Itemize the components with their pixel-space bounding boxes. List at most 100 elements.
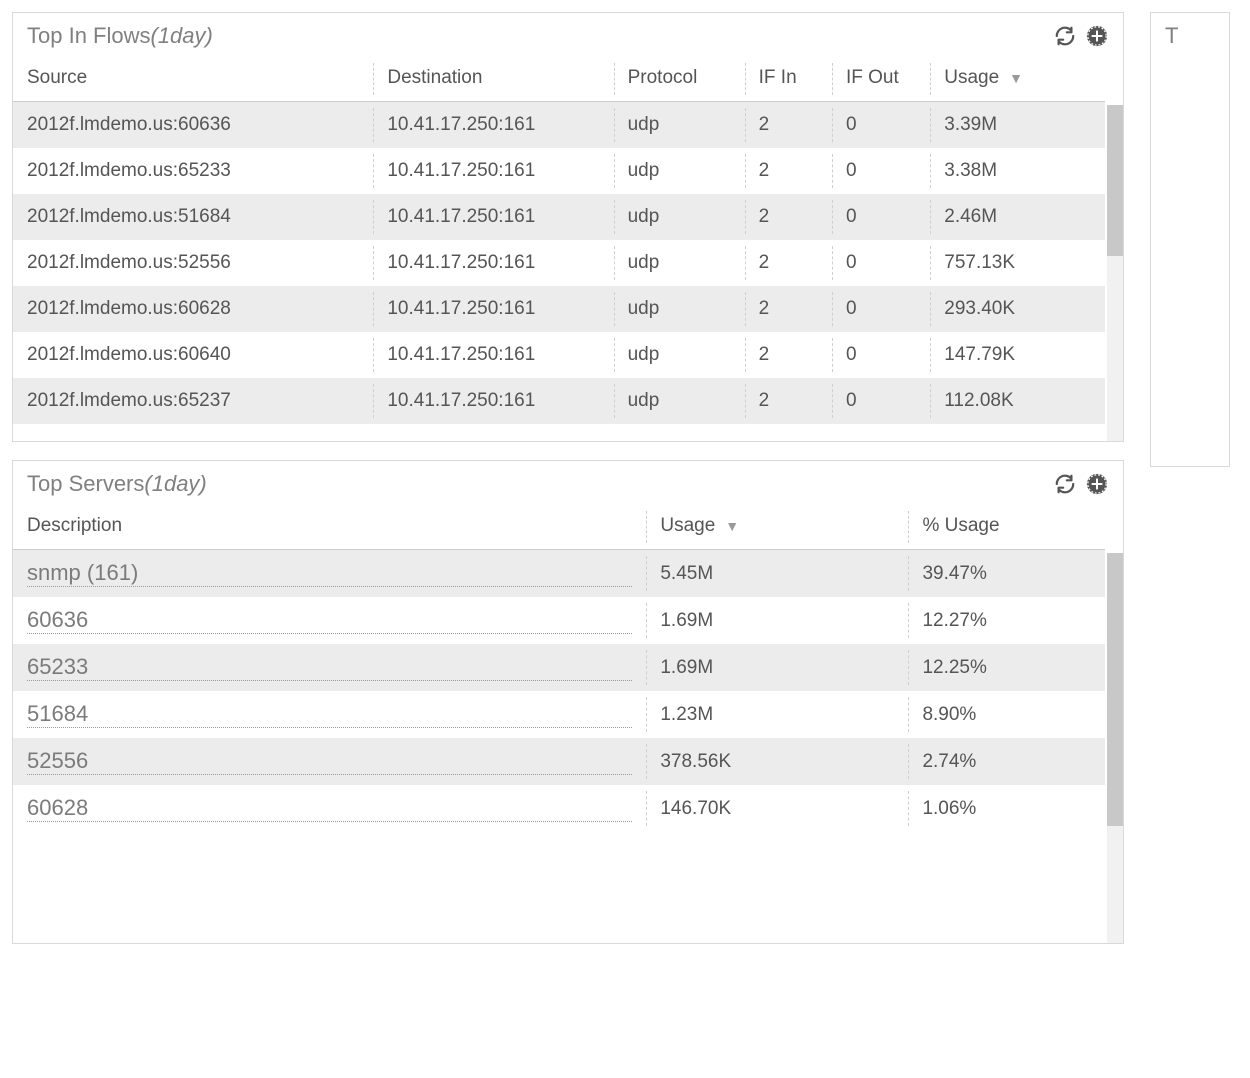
flows-header-row: Source Destination Protocol IF In IF Out…	[13, 57, 1105, 102]
cell-usage: 147.79K	[930, 332, 1105, 378]
server-link[interactable]: 60628	[27, 795, 632, 822]
cell-pct: 39.47%	[908, 550, 1105, 598]
col-usage[interactable]: Usage▼	[930, 57, 1105, 102]
panel-title-main: Top In Flows	[27, 23, 151, 48]
cell-pct: 12.27%	[908, 597, 1105, 644]
cell-ifin: 2	[745, 194, 832, 240]
panel-title-period: (1day)	[151, 23, 213, 48]
cell-dest: 10.41.17.250:161	[373, 240, 613, 286]
col-usage[interactable]: Usage▼	[646, 505, 908, 550]
cell-ifout: 0	[832, 332, 930, 378]
cell-description: 60636	[13, 597, 646, 644]
table-row[interactable]: 2012f.lmdemo.us:5168410.41.17.250:161udp…	[13, 194, 1105, 240]
table-row[interactable]: 2012f.lmdemo.us:6063610.41.17.250:161udp…	[13, 102, 1105, 149]
table-row[interactable]: 2012f.lmdemo.us:6523310.41.17.250:161udp…	[13, 148, 1105, 194]
cell-proto: udp	[614, 102, 745, 149]
col-pct-usage[interactable]: % Usage	[908, 505, 1105, 550]
cell-usage: 3.39M	[930, 102, 1105, 149]
server-link[interactable]: 60636	[27, 607, 632, 634]
cell-ifin: 2	[745, 240, 832, 286]
table-row[interactable]: 52556378.56K2.74%	[13, 738, 1105, 785]
panel-actions	[1053, 24, 1109, 48]
cell-description: 52556	[13, 738, 646, 785]
cell-pct: 8.90%	[908, 691, 1105, 738]
table-row[interactable]: 2012f.lmdemo.us:5255610.41.17.250:161udp…	[13, 240, 1105, 286]
refresh-icon[interactable]	[1053, 472, 1077, 496]
server-link[interactable]: 65233	[27, 654, 632, 681]
cell-ifout: 0	[832, 286, 930, 332]
cell-pct: 12.25%	[908, 644, 1105, 691]
cell-proto: udp	[614, 240, 745, 286]
cell-description: 60628	[13, 785, 646, 832]
table-row[interactable]: 2012f.lmdemo.us:6064010.41.17.250:161udp…	[13, 332, 1105, 378]
refresh-icon[interactable]	[1053, 24, 1077, 48]
table-row[interactable]: 60636 1.69M12.27%	[13, 597, 1105, 644]
cell-source: 2012f.lmdemo.us:65233	[13, 148, 373, 194]
cell-proto: udp	[614, 332, 745, 378]
table-row[interactable]: 60628 146.70K1.06%	[13, 785, 1105, 832]
cell-dest: 10.41.17.250:161	[373, 378, 613, 424]
col-ifout[interactable]: IF Out	[832, 57, 930, 102]
panel-header: Top Servers(1day)	[13, 461, 1123, 505]
cell-description: 65233	[13, 644, 646, 691]
servers-table: Description Usage▼ % Usage snmp (161) 5.4…	[13, 505, 1105, 832]
cell-usage: 293.40K	[930, 286, 1105, 332]
server-link[interactable]: 52556	[27, 748, 632, 775]
top-servers-panel: Top Servers(1day) Description Usage▼ % U…	[12, 460, 1124, 944]
cell-source: 2012f.lmdemo.us:51684	[13, 194, 373, 240]
cell-ifin: 2	[745, 102, 832, 149]
sort-desc-icon: ▼	[1009, 70, 1023, 86]
cell-ifin: 2	[745, 378, 832, 424]
cell-ifout: 0	[832, 148, 930, 194]
table-row[interactable]: 516841.23M8.90%	[13, 691, 1105, 738]
table-row[interactable]: 2012f.lmdemo.us:6062810.41.17.250:161udp…	[13, 286, 1105, 332]
panel-title-period: (1day)	[144, 471, 206, 496]
cell-dest: 10.41.17.250:161	[373, 286, 613, 332]
cell-description: snmp (161)	[13, 550, 646, 598]
cell-source: 2012f.lmdemo.us:60628	[13, 286, 373, 332]
cell-usage: 2.46M	[930, 194, 1105, 240]
scrollbar-thumb[interactable]	[1107, 553, 1123, 826]
cell-source: 2012f.lmdemo.us:52556	[13, 240, 373, 286]
panel-title: Top In Flows(1day)	[27, 23, 213, 49]
cell-proto: udp	[614, 378, 745, 424]
panel-actions	[1053, 472, 1109, 496]
servers-scrollbar[interactable]	[1107, 553, 1123, 943]
cell-dest: 10.41.17.250:161	[373, 194, 613, 240]
cell-usage: 146.70K	[646, 785, 908, 832]
cell-usage: 5.45M	[646, 550, 908, 598]
flows-table-wrap: Source Destination Protocol IF In IF Out…	[13, 57, 1123, 441]
cell-ifout: 0	[832, 240, 930, 286]
scrollbar-thumb[interactable]	[1107, 105, 1123, 256]
cell-usage: 1.69M	[646, 644, 908, 691]
top-in-flows-panel: Top In Flows(1day) Source Destination Pr…	[12, 12, 1124, 442]
col-protocol[interactable]: Protocol	[614, 57, 745, 102]
server-link[interactable]: snmp (161)	[27, 560, 632, 587]
cell-ifin: 2	[745, 148, 832, 194]
col-description[interactable]: Description	[13, 505, 646, 550]
cell-proto: udp	[614, 194, 745, 240]
cell-dest: 10.41.17.250:161	[373, 332, 613, 378]
table-row[interactable]: 2012f.lmdemo.us:6523710.41.17.250:161udp…	[13, 378, 1105, 424]
cell-ifout: 0	[832, 378, 930, 424]
table-row[interactable]: snmp (161) 5.45M39.47%	[13, 550, 1105, 598]
col-destination[interactable]: Destination	[373, 57, 613, 102]
col-ifin[interactable]: IF In	[745, 57, 832, 102]
cell-proto: udp	[614, 148, 745, 194]
table-row[interactable]: 65233 1.69M12.25%	[13, 644, 1105, 691]
cell-source: 2012f.lmdemo.us:60636	[13, 102, 373, 149]
flows-table: Source Destination Protocol IF In IF Out…	[13, 57, 1105, 424]
cell-usage: 1.69M	[646, 597, 908, 644]
cell-usage: 3.38M	[930, 148, 1105, 194]
flows-scrollbar[interactable]	[1107, 105, 1123, 441]
col-source[interactable]: Source	[13, 57, 373, 102]
cell-pct: 1.06%	[908, 785, 1105, 832]
servers-header-row: Description Usage▼ % Usage	[13, 505, 1105, 550]
sort-desc-icon: ▼	[725, 518, 739, 534]
add-circle-icon[interactable]	[1085, 472, 1109, 496]
add-circle-icon[interactable]	[1085, 24, 1109, 48]
cell-dest: 10.41.17.250:161	[373, 148, 613, 194]
cell-ifout: 0	[832, 102, 930, 149]
cell-source: 2012f.lmdemo.us:60640	[13, 332, 373, 378]
server-link[interactable]: 51684	[27, 701, 632, 728]
